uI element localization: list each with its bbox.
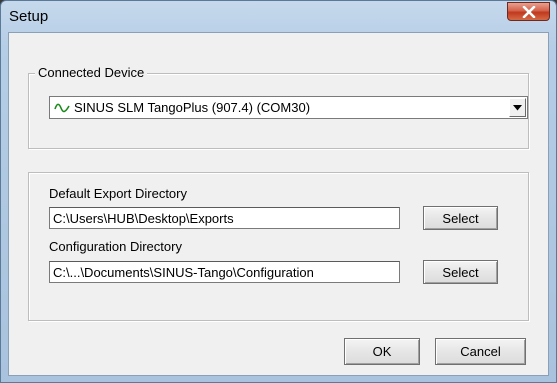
close-button[interactable] <box>507 2 550 21</box>
cancel-button[interactable]: Cancel <box>435 338 526 365</box>
dialog-client-area: Connected Device SINUS SLM TangoPlus (90… <box>8 32 549 376</box>
export-directory-select-button[interactable]: Select <box>423 206 498 230</box>
ok-button[interactable]: OK <box>344 338 420 365</box>
window-title: Setup <box>9 8 49 25</box>
waveform-icon <box>54 103 70 113</box>
connected-device-group-label: Connected Device <box>35 65 148 80</box>
configuration-directory-label: Configuration Directory <box>49 239 182 254</box>
configuration-directory-select-button[interactable]: Select <box>423 260 498 284</box>
configuration-directory-field[interactable]: C:\...\Documents\SINUS-Tango\Configurati… <box>49 261 400 283</box>
title-bar[interactable]: Setup <box>1 1 556 31</box>
export-directory-label: Default Export Directory <box>49 186 187 201</box>
device-select-value: SINUS SLM TangoPlus (907.4) (COM30) <box>74 100 311 115</box>
dropdown-arrow-icon <box>513 104 522 110</box>
close-icon <box>522 5 535 18</box>
setup-dialog: Setup Connected Device SINUS SLM TangoPl… <box>0 0 557 383</box>
device-dropdown-button[interactable] <box>509 98 526 117</box>
device-select[interactable]: SINUS SLM TangoPlus (907.4) (COM30) <box>49 96 528 119</box>
export-directory-field[interactable]: C:\Users\HUB\Desktop\Exports <box>49 207 400 229</box>
